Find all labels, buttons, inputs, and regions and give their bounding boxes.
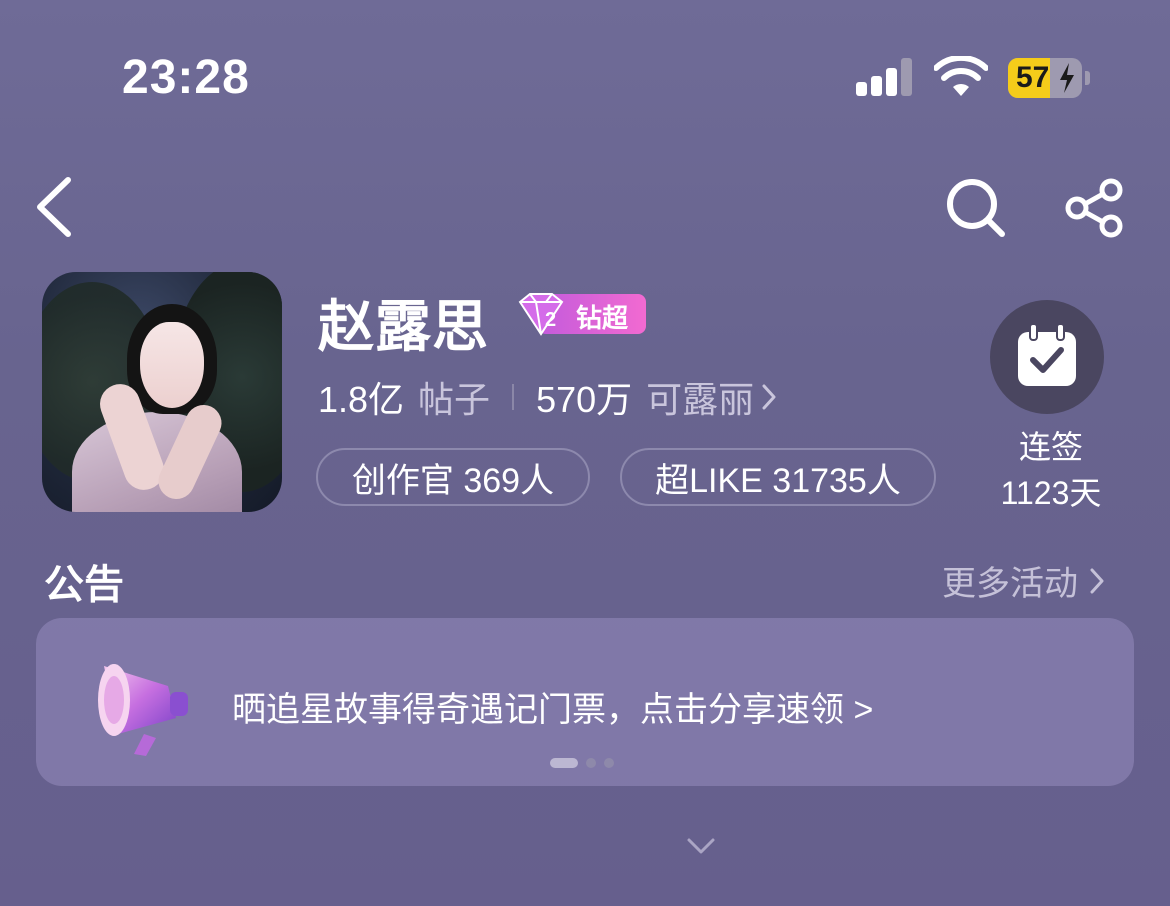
badge-level: 2 <box>545 309 556 331</box>
carousel-indicator <box>550 758 614 768</box>
carousel-dot <box>586 758 596 768</box>
chevron-right-icon[interactable] <box>762 384 776 410</box>
posts-label: 帖子 <box>418 379 491 420</box>
battery-percent: 57 <box>1016 61 1050 94</box>
posts-count: 1.8亿 <box>318 379 405 420</box>
fans-count[interactable]: 570万 <box>536 371 632 423</box>
more-activities-label[interactable]: 更多活动 <box>942 556 1078 605</box>
profile-stats: 1.8亿 帖子 570万 可露丽 <box>318 372 776 422</box>
diamond-icon: 2 <box>518 293 564 336</box>
stats-divider <box>512 384 515 410</box>
announcement-text[interactable]: 晒追星故事得奇遇记门票，点击分享速领 > <box>232 682 873 731</box>
super-fan-badge[interactable]: 2 钻超 <box>514 292 646 336</box>
checkin-days: 1123天 <box>1000 475 1102 511</box>
chevron-right-icon <box>1090 568 1104 593</box>
calendar-check-icon <box>1018 324 1076 386</box>
megaphone-icon <box>98 664 188 756</box>
fans-label[interactable]: 可露丽 <box>646 371 754 423</box>
profile-name: 赵露思 <box>318 295 489 358</box>
more-activities-link[interactable]: 更多活动 <box>942 556 1104 605</box>
wifi-icon <box>934 56 988 96</box>
celebrity-avatar[interactable] <box>42 272 282 512</box>
checkin-title: 连签 <box>1018 429 1083 465</box>
expand-chevron-down-icon[interactable] <box>686 836 716 856</box>
carousel-dot <box>604 758 614 768</box>
search-icon[interactable] <box>944 176 1006 238</box>
creators-chip[interactable]: 创作官 369人 <box>316 448 590 506</box>
superlike-chip[interactable]: 超LIKE 31735人 <box>620 448 936 506</box>
checkin-button[interactable] <box>990 300 1104 414</box>
cellular-signal-icon <box>856 58 914 96</box>
checkin-label: 连签 1123天 <box>976 424 1126 516</box>
charging-bolt-icon <box>1060 63 1074 93</box>
carousel-dot-active <box>550 758 578 768</box>
back-chevron-icon[interactable] <box>34 176 74 238</box>
battery-icon: 57 <box>1008 58 1090 98</box>
status-time: 23:28 <box>122 51 250 104</box>
badge-label: 钻超 <box>576 303 629 333</box>
announcement-title: 公告 <box>44 563 124 607</box>
share-icon[interactable] <box>1064 178 1126 238</box>
